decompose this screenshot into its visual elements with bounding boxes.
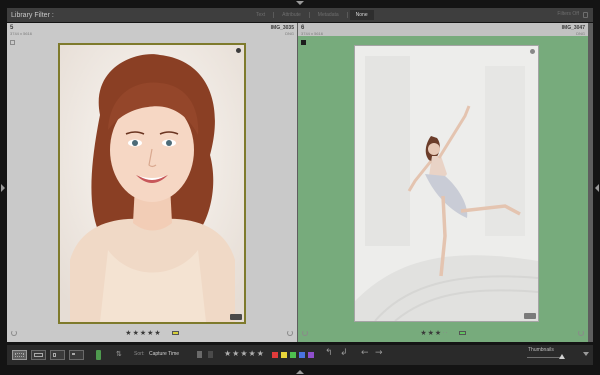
thumbnail-grid: 5 3744 x 5616 IMG_3035 DNG ★★★★★ 6 3744 … — [7, 23, 593, 342]
cell-dimensions: 3744 x 5616 — [10, 31, 33, 36]
toolbar-options-chevron-icon[interactable] — [583, 352, 589, 356]
thumbnails-size-label: Thumbnails — [528, 347, 554, 353]
metadata-badges-icon[interactable] — [524, 313, 536, 319]
rating-star[interactable]: ★ — [133, 329, 140, 337]
portrait-photo-image — [60, 45, 244, 322]
right-panel-toggle-icon[interactable] — [595, 184, 599, 192]
photo-badge-icon[interactable] — [530, 49, 535, 54]
cell-footer: ★★★★★ — [7, 328, 297, 337]
grid-cell[interactable]: 5 3744 x 5616 IMG_3035 DNG ★★★★★ — [7, 23, 297, 342]
filter-tabs: Text Attribute Metadata None — [250, 8, 374, 22]
color-label-chip[interactable] — [171, 330, 179, 335]
grid-view-button[interactable] — [12, 350, 27, 360]
bottom-toolbar: ⇅ Sort: Capture Time ★★★★★ ↰ ↲ ← → Thumb… — [7, 345, 593, 365]
left-panel-toggle-icon[interactable] — [1, 184, 5, 192]
photo-thumbnail-dancer[interactable] — [354, 45, 539, 322]
rating-star[interactable]: ★ — [125, 329, 132, 337]
compare-view-button[interactable] — [50, 350, 65, 360]
rating-star[interactable]: ★ — [154, 329, 161, 337]
survey-view-button[interactable] — [69, 350, 84, 360]
star-rating[interactable]: ★★★·· — [420, 329, 448, 337]
pick-flag-checkbox[interactable] — [10, 40, 15, 45]
pick-flag-checkbox[interactable] — [301, 40, 306, 45]
filter-preset-dropdown[interactable]: Filters Off — [557, 11, 579, 17]
bottom-panel-toggle-icon[interactable] — [296, 370, 304, 374]
filter-lock-icon[interactable] — [583, 12, 588, 18]
filter-tab-divider — [308, 12, 310, 18]
top-panel-toggle-icon[interactable] — [296, 1, 304, 5]
filter-bar-title: Library Filter : — [11, 11, 54, 19]
color-label-green-button[interactable] — [290, 352, 296, 358]
cell-file-extension: DNG — [576, 31, 585, 36]
color-label-yellow-button[interactable] — [281, 352, 287, 358]
cell-dimensions: 3744 x 5616 — [301, 31, 324, 36]
photo-thumbnail-portrait[interactable] — [58, 43, 246, 324]
previous-photo-arrow-icon[interactable]: ← — [361, 348, 369, 358]
metadata-badges-icon[interactable] — [230, 314, 242, 320]
filter-tab-divider — [346, 12, 348, 18]
grid-cell[interactable]: 6 3744 x 5616 IMG_3047 DNG ★★★·· — [298, 23, 588, 342]
rating-star[interactable]: ★ — [420, 329, 427, 337]
next-photo-arrow-icon[interactable]: → — [375, 348, 383, 358]
cell-footer: ★★★·· — [298, 328, 588, 337]
color-label-chip[interactable] — [458, 330, 466, 335]
sort-label: Sort: — [134, 351, 145, 357]
sort-order-dropdown[interactable]: Capture Time — [149, 351, 179, 357]
rotate-clockwise-icon[interactable]: ↲ — [340, 348, 348, 358]
sort-direction-icon[interactable]: ⇅ — [116, 350, 122, 358]
filter-tab-text[interactable]: Text — [250, 10, 271, 20]
color-label-purple-button[interactable] — [308, 352, 314, 358]
rating-star[interactable]: ★ — [428, 329, 435, 337]
thumbnail-size-slider[interactable] — [527, 357, 563, 358]
photo-badge-icon[interactable] — [236, 48, 241, 53]
flag-reject-icon[interactable] — [208, 351, 213, 358]
cell-file-extension: DNG — [285, 31, 294, 36]
filter-tab-metadata[interactable]: Metadata — [312, 10, 345, 20]
filter-tab-attribute[interactable]: Attribute — [276, 10, 307, 20]
color-label-red-button[interactable] — [272, 352, 278, 358]
filter-tab-divider — [273, 12, 275, 18]
library-filter-bar: Library Filter : Text Attribute Metadata… — [7, 8, 593, 22]
toolbar-star-rating[interactable]: ★★★★★ — [224, 349, 265, 358]
star-rating[interactable]: ★★★★★ — [125, 329, 161, 337]
dancer-photo-image — [355, 46, 538, 321]
filter-tab-none[interactable]: None — [349, 10, 374, 20]
painter-spray-can-icon[interactable] — [96, 350, 101, 360]
flag-pick-icon[interactable] — [197, 351, 202, 358]
thumbnail-size-slider-knob[interactable] — [558, 354, 565, 359]
rating-star[interactable]: · — [445, 329, 448, 337]
loupe-view-button[interactable] — [31, 350, 46, 360]
rotate-counterclockwise-icon[interactable]: ↰ — [325, 348, 333, 358]
color-label-blue-button[interactable] — [299, 352, 305, 358]
